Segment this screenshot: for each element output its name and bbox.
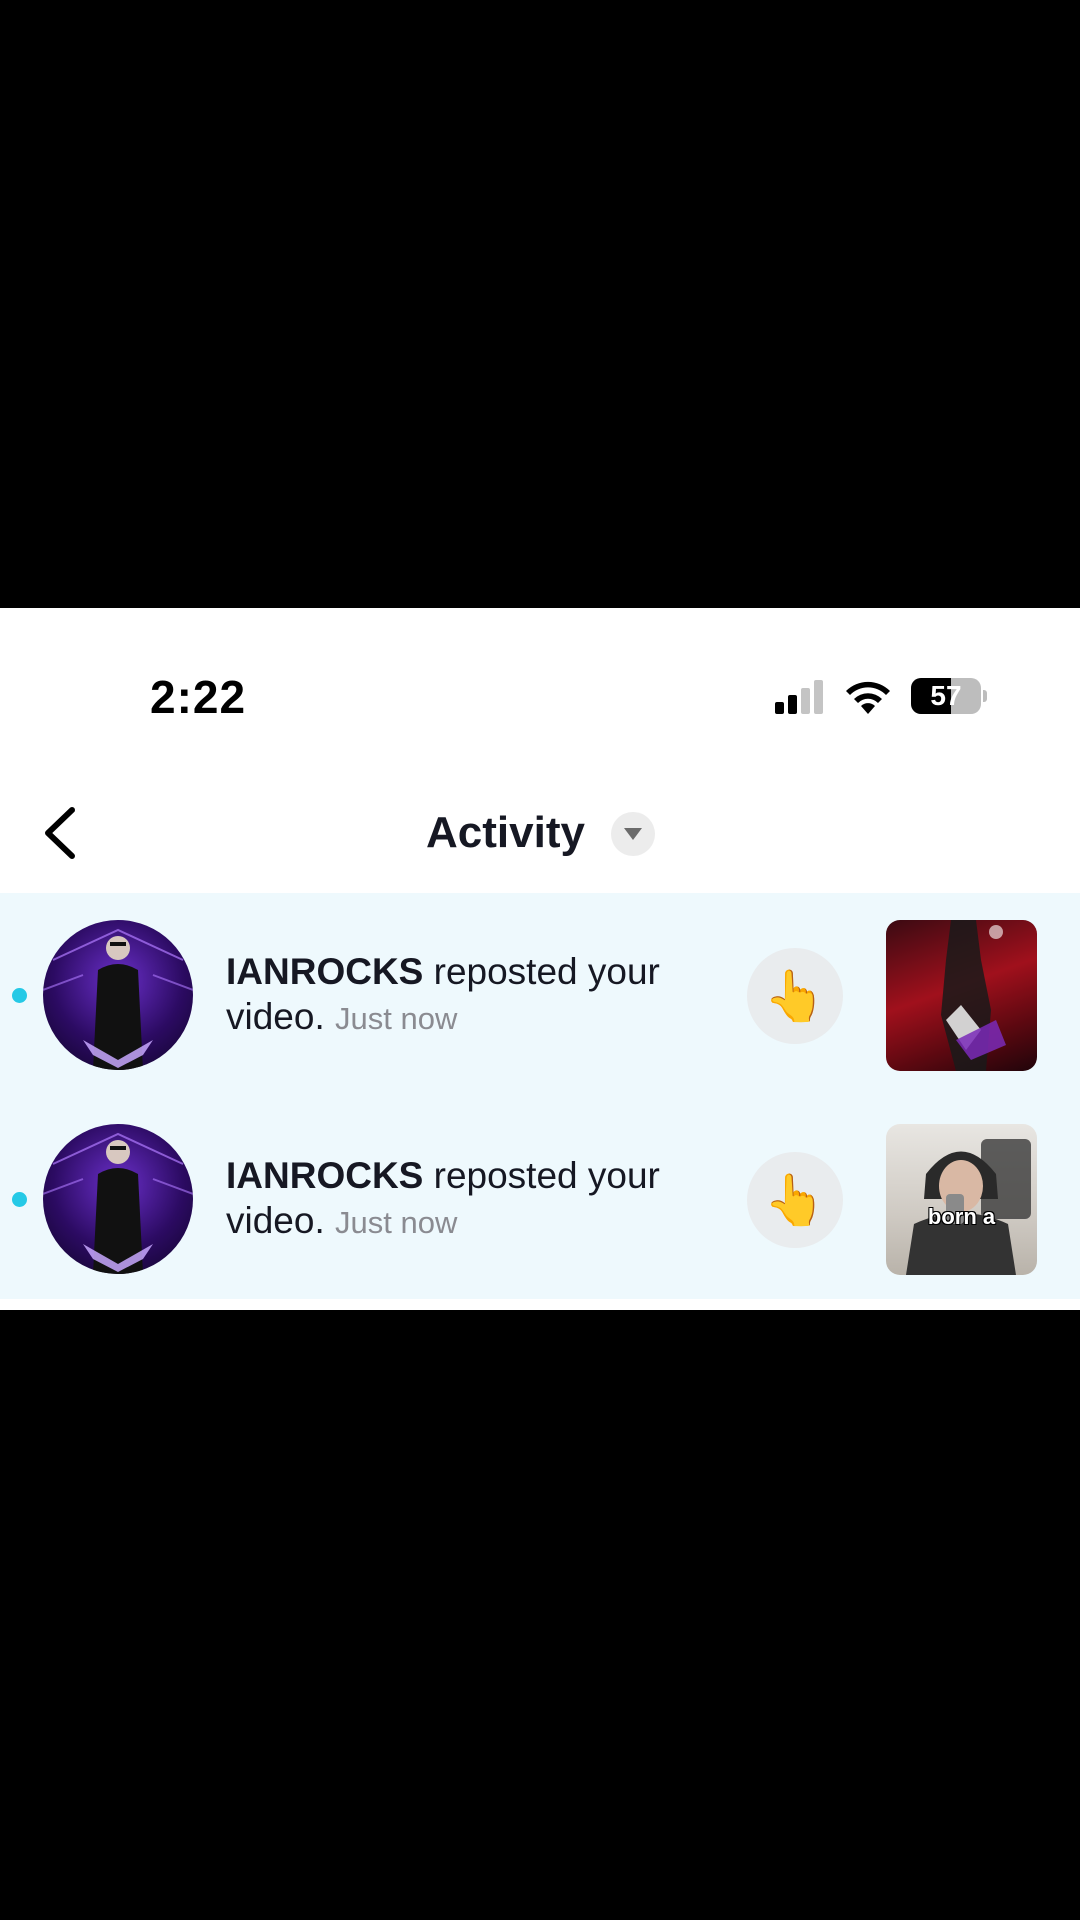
battery-tip — [983, 690, 987, 702]
video-thumbnail[interactable]: born a — [886, 1124, 1037, 1275]
video-thumbnail-image — [941, 920, 1006, 1071]
thumbnail-caption: born a — [927, 1204, 996, 1229]
wifi-icon — [846, 681, 890, 714]
list-item[interactable]: IANROCKS reposted your video. Just now 👆… — [0, 1097, 1080, 1301]
activity-list: IANROCKS reposted your video. Just now 👆 — [0, 893, 1080, 1299]
unread-indicator — [12, 1192, 27, 1207]
list-item[interactable]: IANROCKS reposted your video. Just now 👆 — [0, 893, 1080, 1097]
activity-text: IANROCKS reposted your video. Just now — [226, 1153, 726, 1245]
avatar-image — [43, 1132, 193, 1274]
letterbox-top — [0, 0, 1080, 608]
pointing-up-hand-icon: 👆 — [763, 968, 827, 1024]
battery-level: 57 — [930, 680, 962, 711]
back-button[interactable] — [38, 804, 84, 862]
activity-time: Just now — [335, 1001, 458, 1036]
activity-username[interactable]: IANROCKS — [226, 1155, 423, 1196]
cellular-signal-icon — [775, 680, 823, 714]
activity-username[interactable]: IANROCKS — [226, 951, 423, 992]
app-screen: 2:22 57 Activity IANROCKS reposted your … — [0, 608, 1080, 1310]
caret-down-icon — [624, 828, 642, 840]
chevron-left-icon — [45, 807, 75, 859]
avatar-image — [43, 928, 193, 1070]
activity-text: IANROCKS reposted your video. Just now — [226, 949, 726, 1041]
activity-time: Just now — [335, 1205, 458, 1240]
video-thumbnail-image — [906, 1139, 1031, 1275]
avatar[interactable] — [43, 920, 193, 1070]
letterbox-bottom — [0, 1310, 1080, 1920]
pointing-up-hand-icon: 👆 — [763, 1172, 827, 1228]
video-thumbnail[interactable] — [886, 920, 1037, 1071]
unread-indicator — [12, 988, 27, 1003]
activity-filter-dropdown[interactable] — [611, 812, 655, 856]
react-button[interactable]: 👆 — [747, 1152, 843, 1248]
battery-indicator: 57 — [911, 678, 981, 714]
list-bottom-edge — [0, 1301, 1080, 1310]
avatar[interactable] — [43, 1124, 193, 1274]
page-title: Activity — [426, 808, 585, 857]
react-button[interactable]: 👆 — [747, 948, 843, 1044]
status-time: 2:22 — [150, 671, 247, 723]
